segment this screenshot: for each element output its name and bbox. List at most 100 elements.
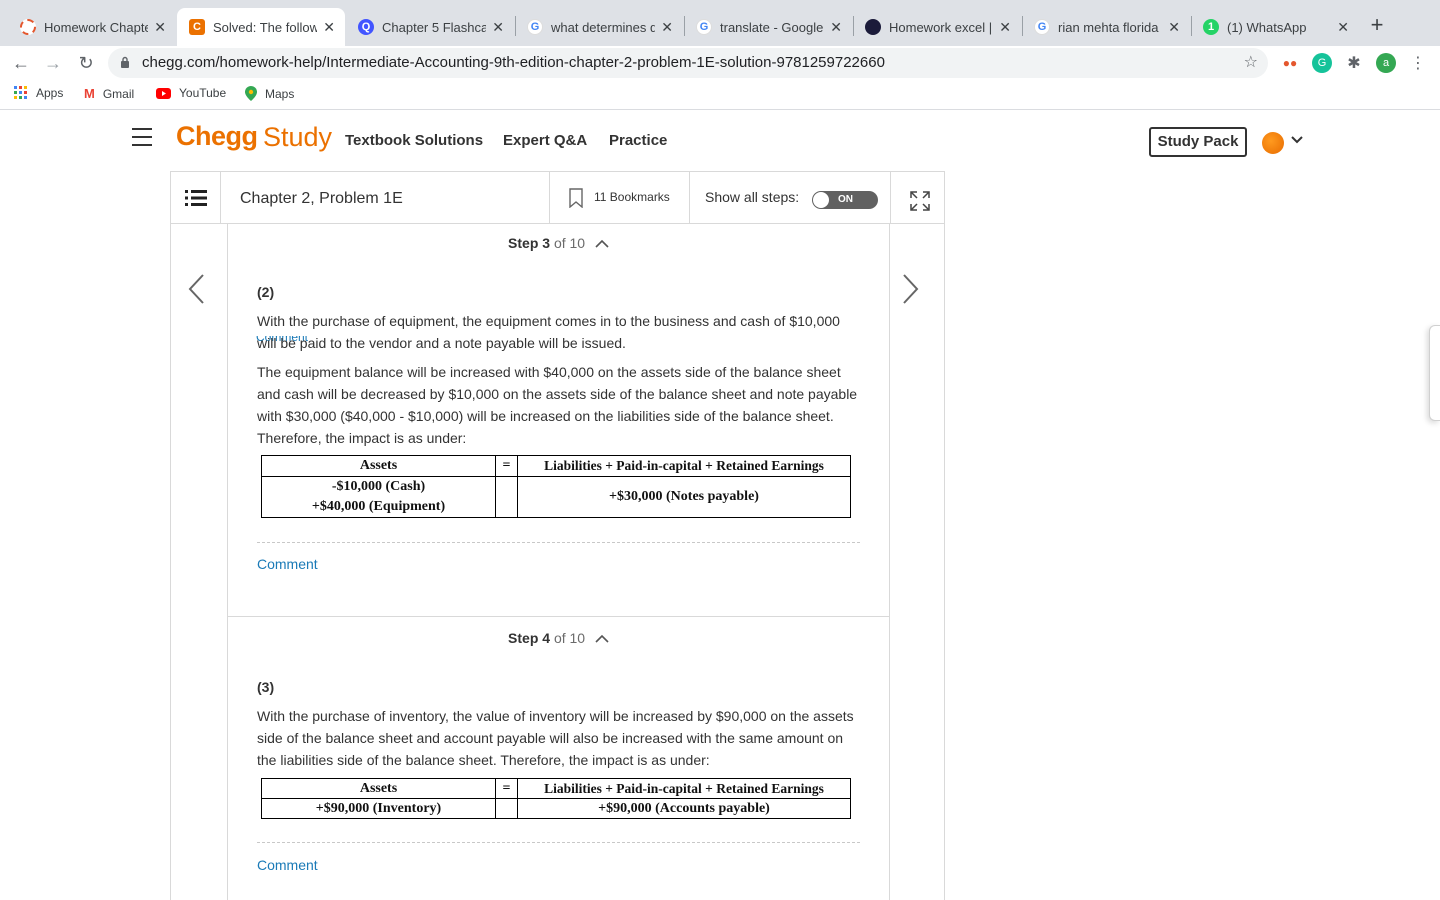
google-favicon-icon: G	[527, 19, 543, 35]
next-step-arrow-icon[interactable]	[900, 273, 920, 305]
bookmark-maps[interactable]: Maps	[245, 86, 294, 101]
kebab-menu-icon[interactable]: ⋮	[1408, 53, 1428, 73]
bookmark-gmail[interactable]: M Gmail	[84, 86, 134, 101]
browser-tab[interactable]: Q Chapter 5 Flashca ✕	[346, 8, 514, 46]
url-text: chegg.com/homework-help/Intermediate-Acc…	[142, 54, 885, 71]
solution-panel: Comment Chapter 2, Problem 1E 11 Bookmar…	[170, 171, 945, 900]
grammarly-icon[interactable]: G	[1312, 53, 1332, 73]
reload-icon[interactable]: ↻	[73, 50, 99, 76]
browser-tab[interactable]: Homework Chapte ✕	[8, 8, 176, 46]
tab-close-icon[interactable]: ✕	[999, 19, 1011, 36]
table-cell-assets: +$90,000 (Inventory)	[261, 798, 496, 819]
google-favicon-icon: G	[696, 19, 712, 35]
chevron-up-icon[interactable]	[595, 634, 609, 644]
bookmark-star-icon[interactable]: ☆	[1244, 52, 1258, 72]
assets-line: -$10,000 (Cash)	[331, 479, 426, 494]
part-label: (3)	[257, 679, 275, 695]
step-paragraph: With the purchase of equipment, the equi…	[257, 313, 840, 351]
show-all-steps-label: Show all steps:	[705, 189, 800, 205]
table-header-liabilities: Liabilities + Paid-in-capital + Retained…	[517, 778, 851, 799]
chevron-up-icon[interactable]	[595, 239, 609, 249]
back-arrow-icon[interactable]: ←	[8, 50, 34, 76]
study-pack-button[interactable]: Study Pack	[1149, 127, 1247, 157]
browser-tab[interactable]: G translate - Google ✕	[684, 8, 852, 46]
table-header-assets: Assets	[261, 778, 496, 799]
hamburger-menu-icon[interactable]	[132, 128, 152, 146]
bookmark-label: YouTube	[179, 86, 227, 100]
tab-title: Homework Chapte	[44, 19, 149, 35]
solution-toolbar: Chapter 2, Problem 1E 11 Bookmarks Show …	[171, 171, 944, 224]
chegg-favicon-icon: C	[189, 19, 205, 35]
tab-close-icon[interactable]: ✕	[661, 19, 673, 36]
step-header[interactable]: Step 4 of 10	[228, 630, 889, 646]
part-label: (2)	[257, 284, 275, 300]
nav-practice[interactable]: Practice	[609, 132, 667, 149]
extension-icon[interactable]: ●●	[1280, 53, 1300, 73]
quizlet-favicon-icon: Q	[358, 19, 374, 35]
bookmarks-bar: Apps M Gmail YouTube Maps	[0, 80, 1440, 110]
tab-close-icon[interactable]: ✕	[830, 19, 842, 36]
step-of-total: of 10	[553, 630, 586, 646]
maps-pin-icon	[245, 86, 257, 101]
tab-title: Solved: The follow	[213, 19, 318, 35]
list-icon[interactable]	[185, 189, 207, 207]
nav-expert-qa[interactable]: Expert Q&A	[503, 132, 587, 149]
gmail-icon: M	[84, 86, 95, 101]
balance-sheet-impact-table: Assets = Liabilities + Paid-in-capital +…	[261, 455, 851, 518]
profile-avatar[interactable]: a	[1376, 53, 1396, 73]
bookmark-apps[interactable]: Apps	[14, 86, 63, 100]
browser-tab[interactable]: G what determines d ✕	[515, 8, 683, 46]
side-feedback-tab[interactable]	[1429, 325, 1440, 421]
table-header-assets: Assets	[261, 455, 496, 477]
step-paragraph: The equipment balance will be increased …	[257, 364, 858, 446]
chevron-down-icon[interactable]	[1290, 133, 1304, 147]
browser-tab[interactable]: 1 (1) WhatsApp ✕	[1191, 8, 1359, 46]
previous-step-arrow-icon[interactable]	[187, 273, 207, 305]
chegg-study-logo[interactable]: Study	[263, 122, 332, 153]
nav-textbook-solutions[interactable]: Textbook Solutions	[345, 132, 483, 149]
chapter-title: Chapter 2, Problem 1E	[240, 190, 403, 207]
browser-tab[interactable]: Homework excel | ✕	[853, 8, 1021, 46]
table-header-equals: =	[495, 455, 518, 477]
forward-arrow-icon[interactable]: →	[40, 50, 66, 76]
step-number: Step 4	[508, 630, 551, 646]
bookmark-label: Maps	[265, 86, 295, 101]
browser-tab-active[interactable]: C Solved: The follow ✕	[177, 8, 345, 46]
whatsapp-favicon-icon: 1	[1203, 19, 1219, 35]
toolbar-divider	[549, 172, 550, 224]
comment-link[interactable]: Comment	[257, 857, 318, 873]
google-favicon-icon: G	[1034, 19, 1050, 35]
step-divider	[257, 842, 860, 843]
new-tab-button[interactable]: +	[1366, 12, 1388, 40]
tab-close-icon[interactable]: ✕	[154, 19, 166, 36]
bookmark-youtube[interactable]: YouTube	[156, 86, 226, 100]
homework-excel-favicon-icon	[865, 19, 881, 35]
table-header-liabilities: Liabilities + Paid-in-capital + Retained…	[517, 455, 851, 477]
chegg-logo[interactable]: Chegg	[176, 121, 258, 152]
browser-tab[interactable]: G rian mehta florida ✕	[1022, 8, 1190, 46]
toolbar-divider	[220, 172, 221, 224]
table-cell-assets: -$10,000 (Cash) +$40,000 (Equipment)	[261, 476, 496, 518]
address-bar[interactable]: chegg.com/homework-help/Intermediate-Acc…	[108, 48, 1268, 78]
bookmark-icon[interactable]	[569, 188, 583, 208]
tab-title: (1) WhatsApp	[1227, 19, 1307, 35]
bookmark-count[interactable]: 11 Bookmarks	[594, 190, 670, 204]
step-header[interactable]: Step 3 of 10	[228, 235, 889, 251]
lock-icon	[121, 56, 129, 68]
tab-close-icon[interactable]: ✕	[323, 19, 335, 36]
youtube-icon	[156, 87, 171, 99]
tab-close-icon[interactable]: ✕	[1168, 19, 1180, 36]
expand-fullscreen-icon[interactable]	[909, 190, 931, 212]
table-cell-liabilities: +$90,000 (Accounts payable)	[517, 798, 851, 819]
show-all-steps-toggle[interactable]: ON	[812, 191, 878, 209]
bookmark-label: Apps	[36, 86, 64, 100]
tab-close-icon[interactable]: ✕	[1337, 19, 1349, 36]
tab-close-icon[interactable]: ✕	[492, 19, 504, 36]
user-avatar[interactable]	[1262, 132, 1284, 154]
tab-title: what determines d	[551, 19, 656, 35]
comment-link[interactable]: Comment	[257, 556, 318, 572]
browser-toolbar: ← → ↻ chegg.com/homework-help/Intermedia…	[0, 46, 1440, 80]
puzzle-extensions-icon[interactable]: ✱	[1344, 53, 1364, 73]
step-divider	[257, 542, 860, 543]
bookmark-label: Gmail	[102, 86, 135, 101]
